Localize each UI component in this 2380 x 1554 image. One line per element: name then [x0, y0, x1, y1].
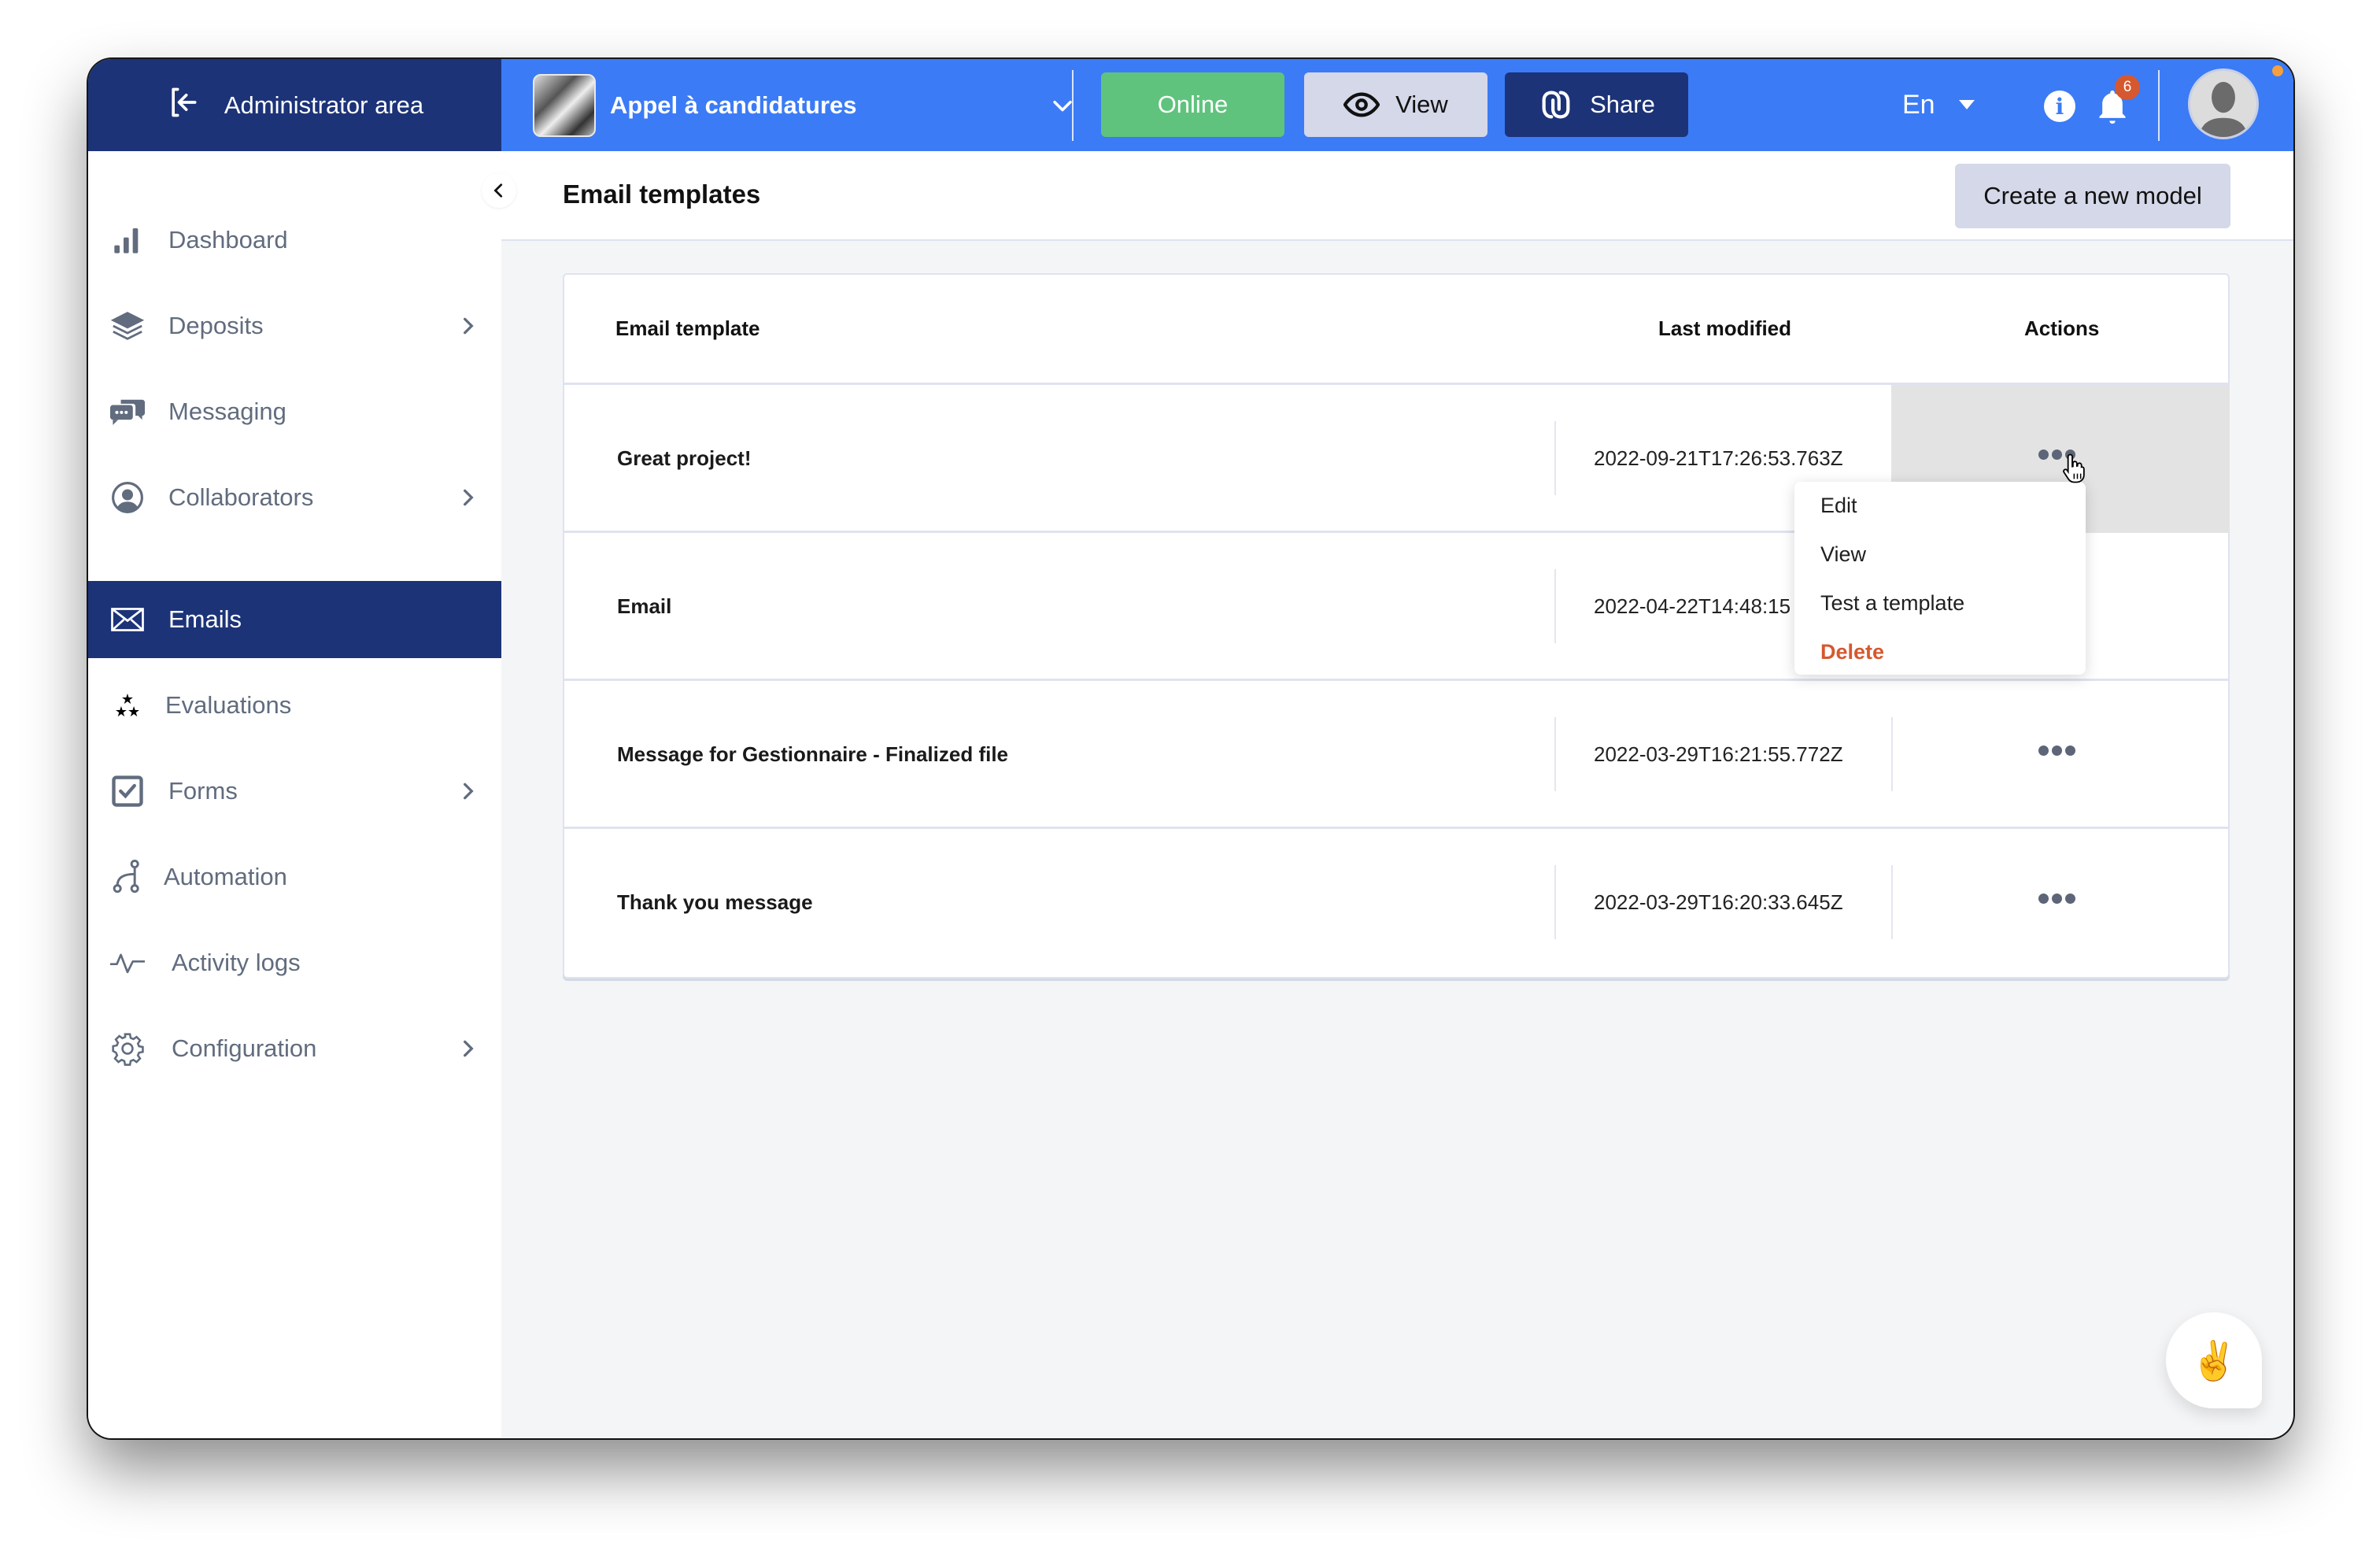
- share-button[interactable]: Share: [1505, 72, 1688, 137]
- column-header-email-template: Email template: [615, 316, 760, 340]
- chat-bubbles-icon: [110, 394, 145, 429]
- sidebar-item-label: Evaluations: [165, 691, 292, 719]
- template-name: Message for Gestionnaire - Finalized fil…: [617, 742, 1009, 766]
- sidebar-item-forms[interactable]: Forms: [88, 753, 501, 830]
- last-modified: 2022-03-29T16:20:33.645Z: [1594, 890, 1843, 914]
- sidebar-item-automation[interactable]: Automation: [88, 838, 501, 916]
- project-selector[interactable]: Appel à candidatures: [533, 73, 1076, 138]
- user-avatar[interactable]: [2188, 68, 2259, 139]
- column-divider: [1554, 717, 1556, 791]
- menu-item-test-template[interactable]: Test a template: [1820, 591, 1964, 616]
- envelope-icon: [110, 602, 145, 637]
- project-thumbnail: [533, 74, 596, 137]
- column-header-last-modified: Last modified: [1658, 316, 1792, 340]
- last-modified: 2022-04-22T14:48:15: [1594, 594, 1791, 618]
- share-link-icon: [1542, 91, 1570, 119]
- sidebar-item-label: Forms: [168, 777, 238, 805]
- exit-icon: [166, 85, 201, 126]
- template-name: Thank you message: [617, 890, 813, 914]
- language-selector[interactable]: En: [1902, 81, 1975, 128]
- sidebar-item-label: Deposits: [168, 312, 264, 339]
- chevron-right-icon: [464, 489, 474, 506]
- branch-icon: [110, 860, 145, 894]
- pulse-icon: [110, 945, 145, 980]
- divider: [1072, 70, 1074, 141]
- sidebar-item-activity-logs[interactable]: Activity logs: [88, 924, 501, 1001]
- column-divider: [1554, 865, 1556, 939]
- view-button[interactable]: View: [1304, 72, 1488, 137]
- menu-item-view[interactable]: View: [1820, 542, 1866, 567]
- sidebar-item-evaluations[interactable]: ★ ★★ Evaluations: [88, 667, 501, 744]
- online-status-button[interactable]: Online: [1101, 72, 1284, 137]
- online-status-label: Online: [1157, 91, 1229, 118]
- more-actions-icon[interactable]: [2038, 894, 2075, 904]
- sidebar-item-configuration[interactable]: Configuration: [88, 1010, 501, 1087]
- menu-item-edit[interactable]: Edit: [1820, 494, 1857, 518]
- menu-item-delete[interactable]: Delete: [1820, 640, 1884, 664]
- victory-hand-icon: ✌️: [2190, 1340, 2238, 1382]
- sidebar-item-dashboard[interactable]: Dashboard: [88, 202, 501, 279]
- chevron-left-icon: [493, 183, 503, 198]
- sidebar-item-label: Configuration: [172, 1034, 317, 1062]
- gear-icon: [110, 1031, 145, 1066]
- page-title: Email templates: [563, 179, 761, 209]
- table-row[interactable]: Message for Gestionnaire - Finalized fil…: [564, 681, 2228, 829]
- help-chat-button[interactable]: ✌️: [2166, 1312, 2262, 1408]
- table-row[interactable]: Thank you message 2022-03-29T16:20:33.64…: [564, 829, 2228, 977]
- eye-icon: [1343, 92, 1380, 117]
- sidebar-item-label: Collaborators: [168, 483, 314, 511]
- collapse-sidebar-button[interactable]: [482, 173, 516, 208]
- create-new-model-label: Create a new model: [1983, 182, 2202, 209]
- language-label: En: [1902, 89, 1935, 120]
- administrator-area-label: Administrator area: [224, 91, 424, 119]
- create-new-model-button[interactable]: Create a new model: [1955, 164, 2230, 228]
- bar-chart-icon: [110, 223, 145, 257]
- sidebar-item-label: Dashboard: [168, 226, 288, 253]
- column-header-actions: Actions: [2024, 316, 2100, 340]
- info-icon[interactable]: i: [2044, 91, 2075, 122]
- top-bar: Administrator area Appel à candidatures …: [88, 59, 2293, 151]
- notification-badge: 6: [2115, 75, 2140, 100]
- sidebar-item-messaging[interactable]: Messaging: [88, 373, 501, 450]
- chevron-right-icon: [464, 317, 474, 335]
- checkbox-icon: [110, 774, 145, 808]
- project-name: Appel à candidatures: [610, 91, 857, 119]
- sidebar-item-deposits[interactable]: Deposits: [88, 287, 501, 364]
- stars-icon: ★ ★★: [114, 691, 141, 720]
- sidebar-item-collaborators[interactable]: Collaborators: [88, 459, 501, 536]
- template-name: Great project!: [617, 446, 752, 470]
- sidebar-item-label: Automation: [164, 863, 287, 890]
- sidebar-item-label: Messaging: [168, 398, 286, 425]
- view-label: View: [1395, 91, 1448, 118]
- actions-cell: [1891, 829, 2230, 977]
- template-name: Email: [617, 594, 672, 618]
- hand-cursor-icon: [2063, 453, 2085, 483]
- page-header: Email templates Create a new model: [501, 151, 2293, 241]
- caret-down-icon: [1958, 100, 1975, 109]
- sidebar-item-label: Activity logs: [172, 949, 301, 976]
- actions-cell: [1891, 681, 2230, 829]
- last-modified: 2022-09-21T17:26:53.763Z: [1594, 446, 1843, 470]
- more-actions-icon[interactable]: [2038, 746, 2075, 756]
- actions-dropdown-menu: Edit View Test a template Delete: [1794, 482, 2086, 675]
- chevron-right-icon: [464, 1040, 474, 1057]
- app-window: Administrator area Appel à candidatures …: [88, 59, 2293, 1438]
- column-divider: [1554, 569, 1556, 643]
- layers-icon: [110, 309, 145, 343]
- share-label: Share: [1590, 91, 1655, 118]
- sidebar-item-emails[interactable]: Emails: [88, 581, 501, 658]
- sidebar: Dashboard Deposits Messaging Collaborato…: [88, 151, 501, 1438]
- status-dot: [2272, 65, 2283, 76]
- column-divider: [1554, 421, 1556, 495]
- sidebar-item-label: Emails: [168, 605, 242, 633]
- administrator-area-button[interactable]: Administrator area: [88, 59, 501, 151]
- last-modified: 2022-03-29T16:21:55.772Z: [1594, 742, 1843, 766]
- user-circle-icon: [110, 480, 145, 515]
- divider: [2158, 70, 2160, 141]
- table-header: Email template Last modified Actions: [564, 275, 2228, 385]
- chevron-right-icon: [464, 783, 474, 800]
- user-silhouette-icon: [2199, 82, 2248, 137]
